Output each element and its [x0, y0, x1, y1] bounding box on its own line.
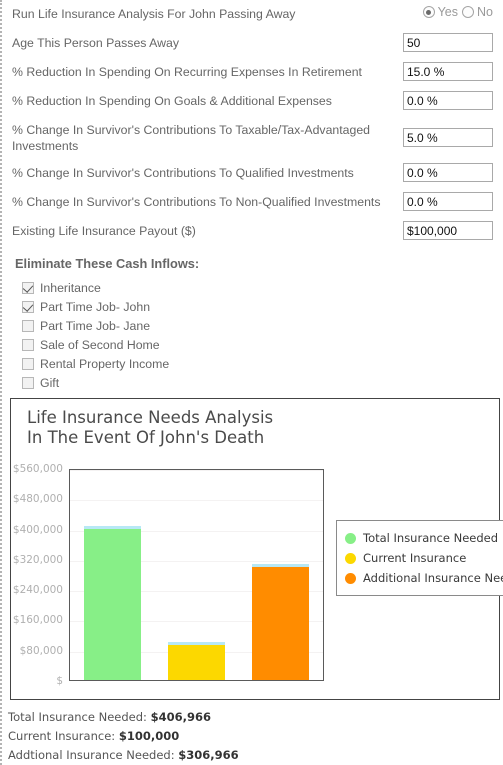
cash-inflows-title: Eliminate These Cash Inflows:	[15, 256, 200, 271]
change-non-qualified-input-wrap	[403, 192, 493, 211]
chart-y-axis-labels: $560,000 $480,000 $400,000 $320,000 $240,000…	[11, 463, 67, 687]
checklist-item-label: Part Time Job- John	[40, 299, 151, 314]
chart-y-tick-label: $320,000	[12, 553, 63, 566]
chart-y-tick-label: $400,000	[12, 523, 63, 536]
summary-row-additional: Addtional Insurance Needed: $306,966	[8, 746, 503, 765]
form-row-label: % Change In Survivor's Contributions To …	[12, 123, 371, 153]
form-row-label: % Change In Survivor's Contributions To …	[12, 166, 354, 180]
chart-y-tick-label: $240,000	[12, 584, 63, 597]
chart-y-tick-label: $560,000	[12, 463, 63, 475]
existing-payout-input[interactable]	[403, 221, 493, 240]
legend-swatch-icon	[345, 552, 356, 564]
chart-legend-label: Additional Insurance Needed	[363, 571, 503, 585]
checklist-item-label: Part Time Job- Jane	[40, 318, 151, 333]
checklist-item-label: Inheritance	[40, 280, 101, 295]
checklist-item-part-time-job-jane[interactable]: Part Time Job- Jane	[22, 316, 503, 335]
summary-label: Total Insurance Needed:	[8, 710, 147, 724]
reduction-recurring-input[interactable]	[403, 62, 493, 81]
form-row-reduction-goals: % Reduction In Spending On Goals & Addit…	[2, 87, 498, 116]
form-row-existing-payout: Existing Life Insurance Payout ($)	[2, 217, 498, 246]
checklist-item-label: Sale of Second Home	[40, 337, 160, 352]
change-non-qualified-input[interactable]	[403, 192, 493, 211]
life-insurance-analysis-page: Run Life Insurance Analysis For John Pas…	[0, 0, 503, 765]
radio-option-no[interactable]: No	[462, 5, 493, 19]
summary-value: $100,000	[118, 729, 180, 743]
checkbox-icon[interactable]	[22, 281, 34, 294]
summary-block: Total Insurance Needed: $406,966 Current…	[2, 708, 503, 765]
change-taxable-input[interactable]	[403, 128, 493, 147]
form-row-age-passes-away: Age This Person Passes Away	[2, 29, 498, 58]
age-input-wrap	[403, 33, 493, 52]
checklist-item-label: Rental Property Income	[40, 356, 170, 371]
checklist-item-sale-of-second-home[interactable]: Sale of Second Home	[22, 335, 503, 354]
legend-swatch-icon	[345, 532, 356, 544]
chart-legend: Total Insurance Needed Current Insurance A…	[336, 520, 503, 596]
cash-inflows-checklist: Inheritance Part Time Job- John Part Tim…	[2, 278, 503, 392]
summary-row-current: Current Insurance: $100,000	[8, 727, 503, 746]
checklist-item-part-time-job-john[interactable]: Part Time Job- John	[22, 297, 503, 316]
change-qualified-input[interactable]	[403, 163, 493, 182]
form-row-label: Run Life Insurance Analysis For John Pas…	[12, 7, 296, 21]
radio-no-label: No	[477, 5, 493, 19]
summary-row-total: Total Insurance Needed: $406,966	[8, 708, 503, 727]
radio-yes-icon[interactable]	[422, 6, 435, 18]
existing-payout-input-wrap	[403, 221, 493, 240]
checkbox-icon[interactable]	[22, 300, 34, 313]
chart-legend-label: Total Insurance Needed	[363, 531, 499, 545]
chart-legend-item: Total Insurance Needed	[345, 528, 503, 548]
chart-legend-item: Additional Insurance Needed	[345, 568, 503, 588]
chart-y-tick-label: $480,000	[12, 493, 63, 506]
chart-bar	[83, 525, 141, 680]
form-row-label: % Change In Survivor's Contributions To …	[12, 195, 381, 209]
chart-title: Life Insurance Needs Analysis In The Eve…	[27, 408, 274, 447]
checkbox-icon[interactable]	[22, 376, 34, 389]
chart-y-tick-label: $160,000	[12, 614, 63, 627]
checklist-item-label: Gift	[40, 375, 60, 390]
chart-legend-item: Current Insurance	[345, 548, 503, 568]
chart-plot-area	[69, 469, 324, 681]
form-row-label: Existing Life Insurance Payout ($)	[12, 224, 196, 238]
form-row-label: % Reduction In Spending On Goals & Addit…	[12, 94, 332, 108]
reduction-goals-input[interactable]	[403, 91, 493, 110]
form-row-label: % Reduction In Spending On Recurring Exp…	[12, 65, 362, 79]
form-row-change-taxable: % Change In Survivor's Contributions To …	[2, 116, 498, 159]
summary-label: Current Insurance:	[8, 729, 116, 743]
chart-bar	[167, 642, 225, 680]
run-analysis-radio-group[interactable]: Yes No	[422, 2, 493, 19]
chart-bar	[252, 563, 310, 680]
form-row-reduction-recurring: % Reduction In Spending On Recurring Exp…	[2, 58, 498, 87]
change-taxable-input-wrap	[403, 128, 493, 147]
form-row-run-analysis: Run Life Insurance Analysis For John Pas…	[2, 0, 498, 29]
chart-legend-label: Current Insurance	[363, 551, 467, 565]
checklist-item-gift[interactable]: Gift	[22, 373, 503, 392]
chart-y-tick-label: $	[56, 675, 63, 687]
form-row-change-qualified: % Change In Survivor's Contributions To …	[2, 159, 498, 188]
chart-bars	[70, 470, 323, 680]
reduction-goals-input-wrap	[403, 91, 493, 110]
checklist-item-rental-property-income[interactable]: Rental Property Income	[22, 354, 503, 373]
chart-panel: Life Insurance Needs Analysis In The Eve…	[10, 398, 503, 700]
reduction-recurring-input-wrap	[403, 62, 493, 81]
assumptions-form: Run Life Insurance Analysis For John Pas…	[2, 0, 503, 246]
summary-label: Addtional Insurance Needed:	[8, 748, 175, 762]
radio-no-icon[interactable]	[462, 6, 475, 18]
age-input[interactable]	[403, 33, 493, 52]
legend-swatch-icon	[345, 572, 356, 584]
form-row-change-non-qualified: % Change In Survivor's Contributions To …	[2, 188, 498, 217]
change-qualified-input-wrap	[403, 163, 493, 182]
checklist-item-inheritance[interactable]: Inheritance	[22, 278, 503, 297]
summary-value: $306,966	[178, 748, 239, 762]
checkbox-icon[interactable]	[22, 357, 34, 370]
chart-plot-wrap	[69, 469, 324, 681]
chart-y-tick-label: $80,000	[19, 644, 63, 657]
checkbox-icon[interactable]	[22, 338, 34, 351]
summary-value: $406,966	[150, 710, 211, 724]
checkbox-icon[interactable]	[22, 319, 34, 332]
radio-option-yes[interactable]: Yes	[422, 5, 459, 19]
form-row-label: Age This Person Passes Away	[12, 36, 180, 50]
radio-yes-label: Yes	[437, 5, 459, 19]
